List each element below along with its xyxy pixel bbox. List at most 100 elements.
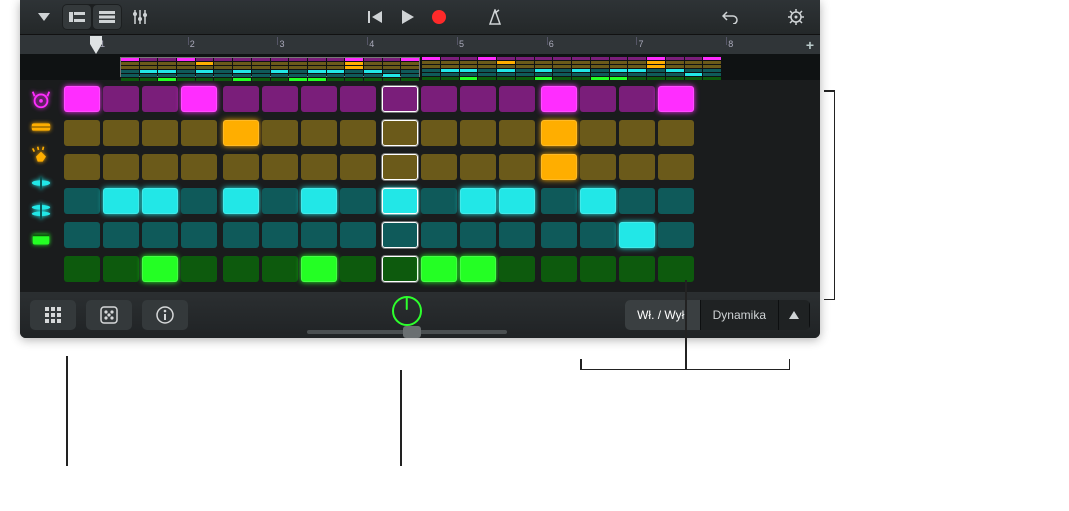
step-cell[interactable] [421, 154, 457, 180]
step-cell[interactable] [658, 222, 694, 248]
step-cell[interactable] [382, 120, 418, 146]
snare-icon[interactable] [28, 114, 54, 140]
step-cell[interactable] [619, 154, 655, 180]
step-cell[interactable] [223, 120, 259, 146]
step-cell[interactable] [658, 256, 694, 282]
step-cell[interactable] [499, 120, 535, 146]
step-cell[interactable] [142, 154, 178, 180]
perc-icon[interactable] [28, 226, 54, 252]
step-cell[interactable] [658, 86, 694, 112]
step-cell[interactable] [64, 120, 100, 146]
step-cell[interactable] [340, 154, 376, 180]
step-cell[interactable] [460, 222, 496, 248]
step-cell[interactable] [382, 154, 418, 180]
step-cell[interactable] [64, 154, 100, 180]
step-cell[interactable] [142, 188, 178, 214]
step-cell[interactable] [223, 86, 259, 112]
step-cell[interactable] [223, 256, 259, 282]
step-cell[interactable] [460, 256, 496, 282]
step-cell[interactable] [541, 120, 577, 146]
step-cell[interactable] [499, 86, 535, 112]
step-cell[interactable] [223, 222, 259, 248]
step-cell[interactable] [499, 222, 535, 248]
playhead-marker[interactable] [90, 36, 102, 54]
mode-dynamics-button[interactable]: Dynamika [701, 300, 779, 330]
clap-icon[interactable] [28, 142, 54, 168]
step-cell[interactable] [301, 86, 337, 112]
step-cell[interactable] [580, 256, 616, 282]
step-cell[interactable] [541, 86, 577, 112]
step-cell[interactable] [541, 256, 577, 282]
step-cell[interactable] [619, 188, 655, 214]
step-cell[interactable] [301, 120, 337, 146]
step-cell[interactable] [103, 86, 139, 112]
menu-button[interactable] [30, 5, 58, 29]
step-cell[interactable] [103, 256, 139, 282]
power-button[interactable] [392, 296, 422, 326]
timeline-ruler[interactable]: 12345678 + [20, 34, 820, 54]
step-cell[interactable] [580, 120, 616, 146]
step-cell[interactable] [262, 154, 298, 180]
step-cell[interactable] [301, 154, 337, 180]
step-cell[interactable] [340, 120, 376, 146]
step-cell[interactable] [181, 86, 217, 112]
step-cell[interactable] [421, 256, 457, 282]
step-cell[interactable] [499, 154, 535, 180]
step-cell[interactable] [142, 120, 178, 146]
step-cell[interactable] [460, 120, 496, 146]
step-cell[interactable] [262, 222, 298, 248]
step-cell[interactable] [103, 188, 139, 214]
step-cell[interactable] [499, 188, 535, 214]
regions-view-button[interactable] [93, 5, 121, 29]
undo-button[interactable] [716, 5, 744, 29]
step-cell[interactable] [499, 256, 535, 282]
step-cell[interactable] [262, 120, 298, 146]
mode-onoff-button[interactable]: Wł. / Wył. [625, 300, 701, 330]
randomize-button[interactable] [86, 300, 132, 330]
step-cell[interactable] [382, 188, 418, 214]
step-cell[interactable] [142, 86, 178, 112]
step-cell[interactable] [580, 188, 616, 214]
metronome-button[interactable] [481, 5, 509, 29]
settings-button[interactable] [782, 5, 810, 29]
step-cell[interactable] [619, 222, 655, 248]
pads-view-button[interactable] [30, 300, 76, 330]
step-cell[interactable] [421, 188, 457, 214]
velocity-slider[interactable] [307, 330, 507, 334]
step-cell[interactable] [64, 188, 100, 214]
hihat-closed-icon[interactable] [28, 170, 54, 196]
step-cell[interactable] [262, 188, 298, 214]
step-cell[interactable] [619, 256, 655, 282]
step-cell[interactable] [223, 188, 259, 214]
pattern-overview[interactable] [20, 54, 820, 80]
step-cell[interactable] [460, 154, 496, 180]
step-cell[interactable] [223, 154, 259, 180]
step-cell[interactable] [541, 154, 577, 180]
record-button[interactable] [425, 5, 453, 29]
step-cell[interactable] [340, 256, 376, 282]
step-cell[interactable] [580, 154, 616, 180]
step-cell[interactable] [181, 154, 217, 180]
step-cell[interactable] [658, 188, 694, 214]
step-cell[interactable] [340, 86, 376, 112]
step-cell[interactable] [340, 188, 376, 214]
tracks-view-button[interactable] [63, 5, 91, 29]
step-cell[interactable] [64, 256, 100, 282]
info-button[interactable] [142, 300, 188, 330]
step-cell[interactable] [301, 256, 337, 282]
step-cell[interactable] [262, 86, 298, 112]
mixer-button[interactable] [126, 5, 154, 29]
step-cell[interactable] [658, 154, 694, 180]
step-cell[interactable] [580, 86, 616, 112]
step-cell[interactable] [64, 222, 100, 248]
step-cell[interactable] [382, 222, 418, 248]
step-cell[interactable] [421, 222, 457, 248]
go-to-start-button[interactable] [361, 5, 389, 29]
step-cell[interactable] [103, 120, 139, 146]
step-cell[interactable] [541, 222, 577, 248]
step-cell[interactable] [301, 222, 337, 248]
step-cell[interactable] [421, 86, 457, 112]
step-cell[interactable] [619, 120, 655, 146]
step-cell[interactable] [64, 86, 100, 112]
step-cell[interactable] [340, 222, 376, 248]
